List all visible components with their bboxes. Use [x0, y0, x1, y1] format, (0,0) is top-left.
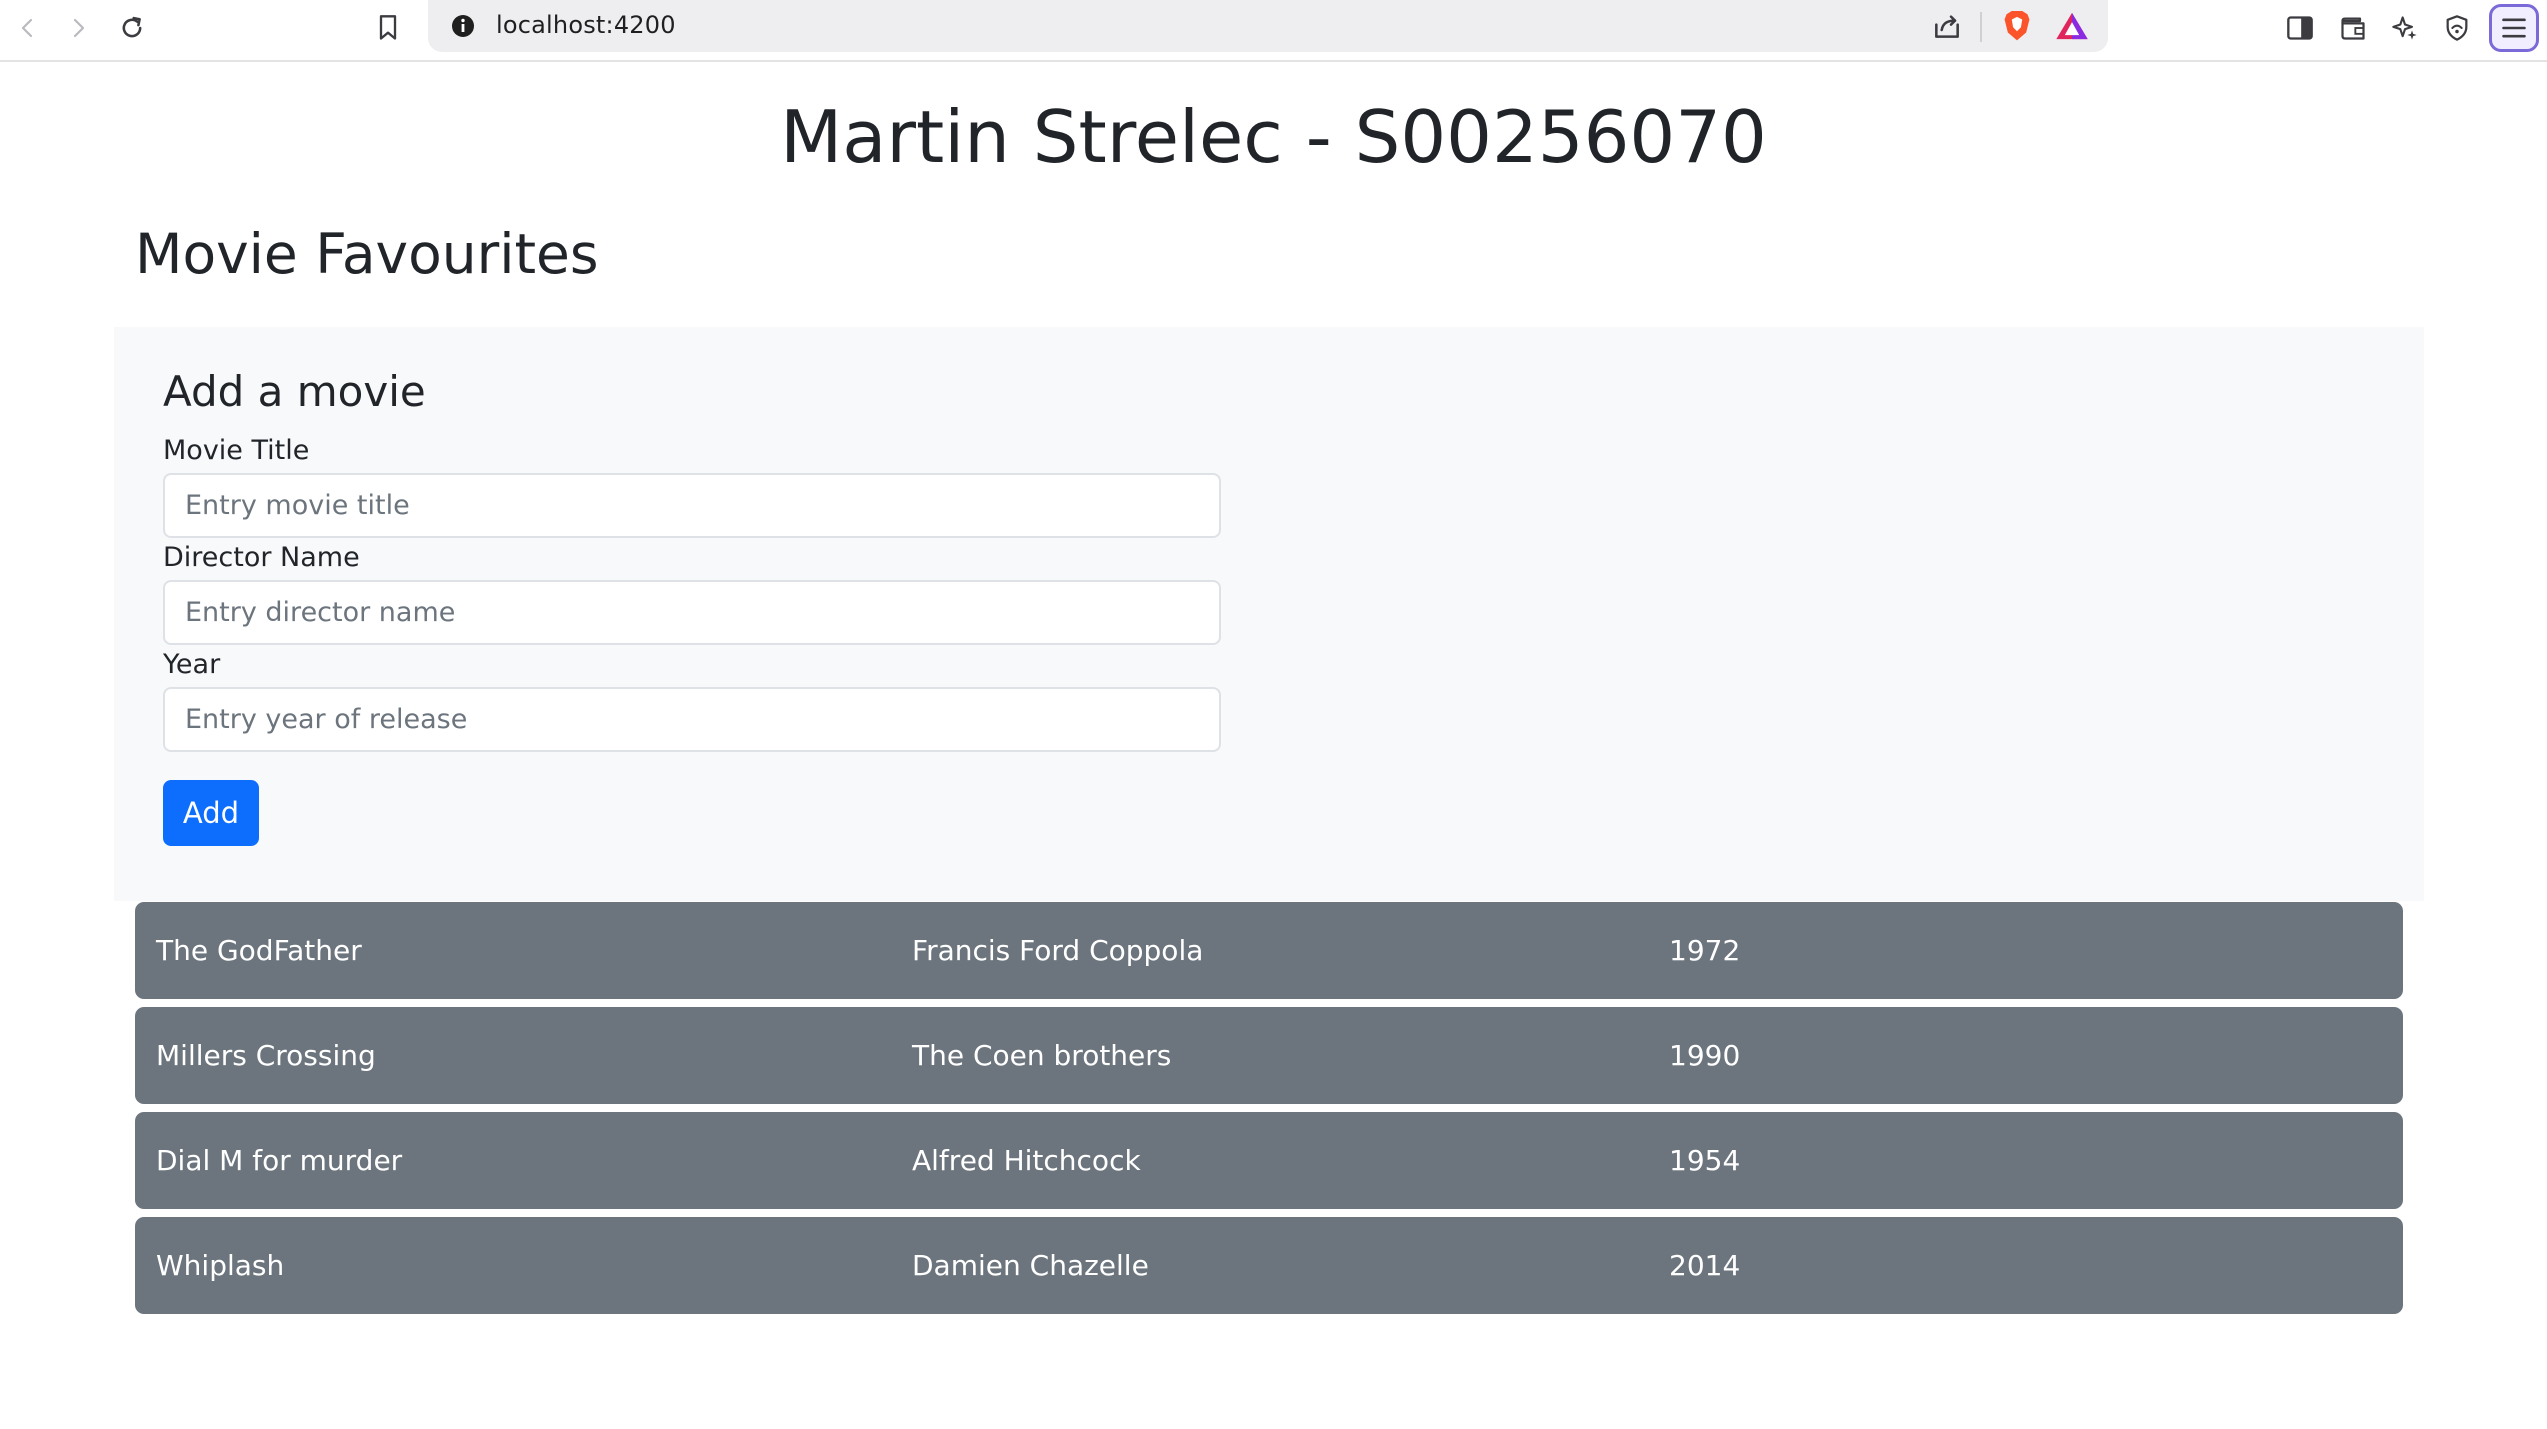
browser-toolbar: localhost:4200 [0, 0, 2547, 62]
movie-director: Francis Ford Coppola [912, 934, 1204, 967]
movie-row: Whiplash Damien Chazelle 2014 [135, 1217, 2403, 1314]
movie-row: The GodFather Francis Ford Coppola 1972 [135, 902, 2403, 999]
reload-icon[interactable] [112, 8, 152, 48]
movie-title-label: Movie Title [163, 435, 310, 466]
movie-title: Whiplash [156, 1249, 285, 1282]
page-heading: Martin Strelec - S00256070 [780, 95, 1767, 179]
sidebar-icon[interactable] [2280, 8, 2320, 48]
back-icon[interactable] [8, 8, 48, 48]
brave-shields-icon[interactable] [2001, 9, 2033, 47]
movie-director: Damien Chazelle [912, 1249, 1149, 1282]
bookmark-icon[interactable] [368, 8, 408, 48]
add-movie-form: Add a movie Movie Title Director Name Ye… [114, 327, 2424, 901]
year-input[interactable] [163, 687, 1221, 752]
movie-year: 1954 [1669, 1144, 1741, 1177]
form-title: Add a movie [163, 367, 426, 416]
wallet-icon[interactable] [2333, 8, 2373, 48]
movie-director: The Coen brothers [912, 1039, 1172, 1072]
site-info-icon[interactable] [450, 13, 476, 43]
vpn-icon[interactable] [2437, 8, 2477, 48]
share-icon[interactable] [1931, 10, 1963, 46]
movie-title: The GodFather [156, 934, 362, 967]
director-name-label: Director Name [163, 542, 360, 573]
address-bar-divider [1980, 12, 1982, 42]
add-button[interactable]: Add [163, 780, 259, 846]
movie-title: Millers Crossing [156, 1039, 376, 1072]
movie-title: Dial M for murder [156, 1144, 403, 1177]
movie-year: 2014 [1669, 1249, 1741, 1282]
year-label: Year [163, 649, 221, 680]
address-bar[interactable]: localhost:4200 [428, 0, 2108, 52]
movie-row: Millers Crossing The Coen brothers 1990 [135, 1007, 2403, 1104]
forward-icon[interactable] [58, 8, 98, 48]
movie-year: 1990 [1669, 1039, 1741, 1072]
menu-icon[interactable] [2489, 4, 2539, 52]
director-name-input[interactable] [163, 580, 1221, 645]
movie-director: Alfred Hitchcock [912, 1144, 1141, 1177]
movie-list: The GodFather Francis Ford Coppola 1972 … [135, 902, 2403, 1322]
movie-year: 1972 [1669, 934, 1741, 967]
leo-ai-icon[interactable] [2385, 8, 2425, 48]
section-title: Movie Favourites [135, 222, 599, 286]
movie-row: Dial M for murder Alfred Hitchcock 1954 [135, 1112, 2403, 1209]
url-text[interactable]: localhost:4200 [496, 11, 676, 39]
brave-rewards-icon[interactable] [2055, 10, 2089, 46]
movie-title-input[interactable] [163, 473, 1221, 538]
